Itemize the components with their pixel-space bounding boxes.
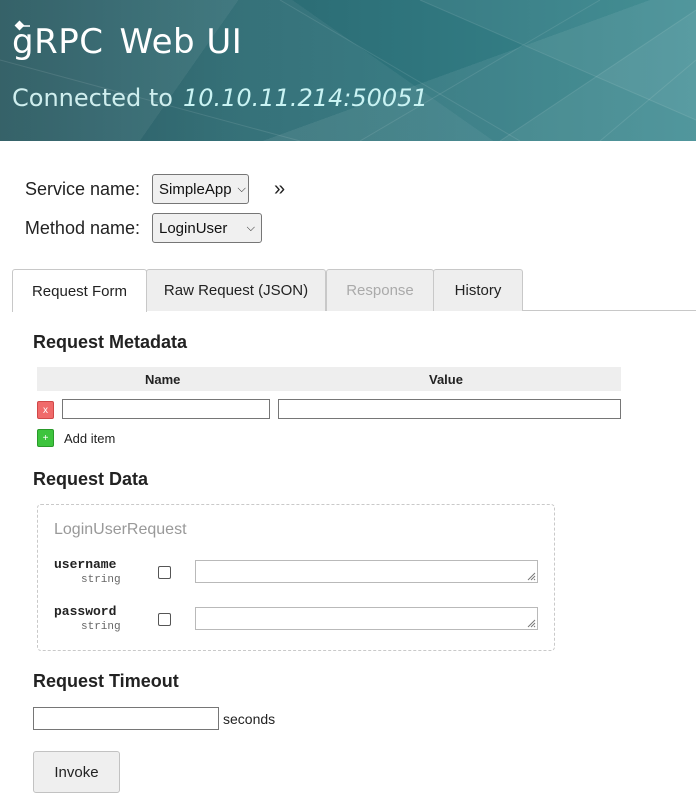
method-label: Method name: xyxy=(24,217,140,238)
request-timeout-heading: Request Timeout xyxy=(33,671,179,691)
method-select[interactable]: LoginUser ⌵ xyxy=(152,213,262,243)
method-select-value: LoginUser xyxy=(159,219,228,237)
connection-status: Connected to 10.10.11.214:50051 xyxy=(12,84,428,112)
chevron-down-icon: ⌵ xyxy=(246,221,255,234)
metadata-col-name: Name xyxy=(145,371,181,387)
app-title: Web UI xyxy=(119,22,243,62)
password-null-checkbox[interactable] xyxy=(158,613,171,626)
resize-grip-icon[interactable] xyxy=(527,619,536,628)
service-label: Service name: xyxy=(24,178,140,199)
tab-response: Response xyxy=(326,269,434,311)
service-select-value: SimpleApp xyxy=(159,180,232,198)
delete-metadata-button[interactable]: x xyxy=(37,401,54,419)
username-null-checkbox[interactable] xyxy=(158,566,171,579)
metadata-name-input[interactable] xyxy=(62,399,270,419)
field-name-password: password xyxy=(54,604,117,619)
expand-arrows-icon[interactable]: » xyxy=(274,178,285,201)
message-type-label: LoginUserRequest xyxy=(54,521,187,538)
timeout-unit-label: seconds xyxy=(223,711,276,727)
tab-history[interactable]: History xyxy=(433,269,523,311)
grpc-logo-icon xyxy=(14,20,30,31)
method-row: Method name: LoginUser ⌵ xyxy=(0,213,262,243)
server-address: 10.10.11.214:50051 xyxy=(182,84,428,112)
field-name-username: username xyxy=(54,557,117,572)
add-metadata-button[interactable]: + xyxy=(37,429,54,447)
username-textarea[interactable] xyxy=(195,560,538,583)
metadata-table-header: Name Value xyxy=(37,367,621,391)
timeout-input[interactable] xyxy=(33,707,219,730)
app-logo: gRPC Web UI xyxy=(12,20,243,62)
chevron-down-icon: ⌵ xyxy=(237,182,246,195)
metadata-col-value: Value xyxy=(429,371,463,387)
password-textarea[interactable] xyxy=(195,607,538,630)
field-type-password: string xyxy=(81,621,121,633)
service-select[interactable]: SimpleApp ⌵ xyxy=(152,174,249,204)
metadata-value-input[interactable] xyxy=(278,399,621,419)
add-item-label: Add item xyxy=(64,431,116,446)
service-row: Service name: SimpleApp ⌵ xyxy=(0,174,249,204)
request-data-heading: Request Data xyxy=(33,469,149,489)
invoke-button[interactable]: Invoke xyxy=(33,751,120,793)
request-metadata-heading: Request Metadata xyxy=(33,332,188,352)
connected-label: Connected to xyxy=(12,84,173,112)
header-banner: gRPC Web UI Connected to 10.10.11.214:50… xyxy=(0,0,696,141)
tab-raw-request[interactable]: Raw Request (JSON) xyxy=(146,269,326,311)
resize-grip-icon[interactable] xyxy=(527,572,536,581)
tab-request-form[interactable]: Request Form xyxy=(12,269,147,312)
field-type-username: string xyxy=(81,574,121,586)
